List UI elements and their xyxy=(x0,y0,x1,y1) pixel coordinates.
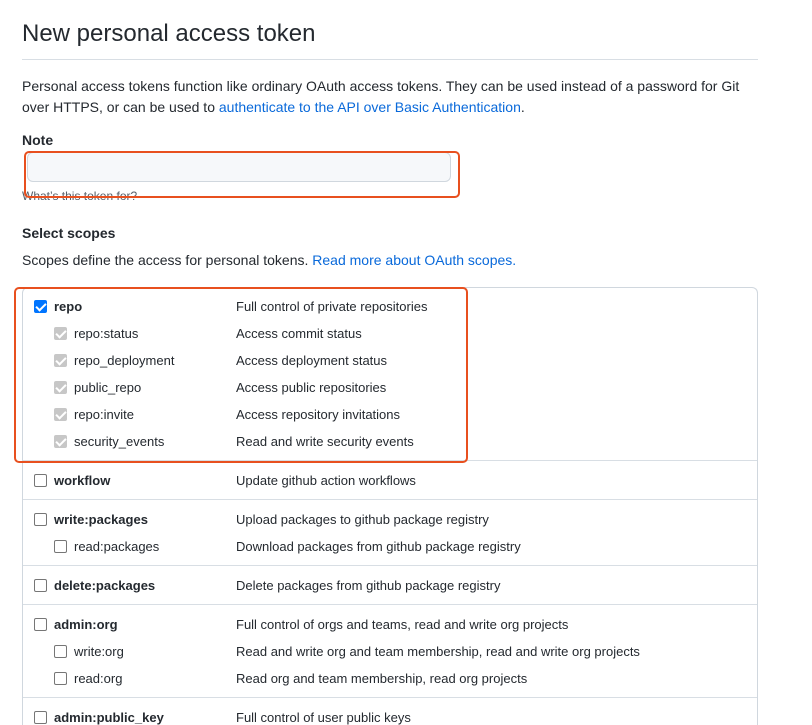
scope-row: admin:org Full control of orgs and teams,… xyxy=(23,611,757,638)
scope-row: delete:packages Delete packages from gith… xyxy=(23,572,757,599)
scope-checkbox xyxy=(54,327,67,340)
scope-description: Update github action workflows xyxy=(236,473,416,488)
scope-checkbox[interactable] xyxy=(34,513,47,526)
scope-group: write:packages Upload packages to github … xyxy=(23,499,757,565)
scope-group: admin:org Full control of orgs and teams,… xyxy=(23,604,757,697)
scope-name: repo xyxy=(54,299,83,314)
intro-paragraph: Personal access tokens function like ord… xyxy=(22,76,758,118)
scope-name: write:packages xyxy=(54,512,148,527)
scope-name: read:org xyxy=(74,671,123,686)
scope-description: Access commit status xyxy=(236,326,362,341)
scope-description: Access deployment status xyxy=(236,353,388,368)
scope-row: repo:invite Access repository invitations xyxy=(23,401,757,428)
scope-group: repo Full control of private repositories… xyxy=(23,288,757,460)
scope-checkbox[interactable] xyxy=(54,672,67,685)
scope-name: repo:invite xyxy=(74,407,134,422)
scope-name: repo:status xyxy=(74,326,139,341)
oauth-scopes-link[interactable]: Read more about OAuth scopes. xyxy=(312,252,516,268)
scope-description: Full control of orgs and teams, read and… xyxy=(236,617,569,632)
scope-name: security_events xyxy=(74,434,165,449)
scopes-description-text: Scopes define the access for personal to… xyxy=(22,252,313,268)
scope-description: Download packages from github package re… xyxy=(236,539,521,554)
scope-name: repo_deployment xyxy=(74,353,175,368)
scope-checkbox[interactable] xyxy=(34,579,47,592)
scope-description: Access repository invitations xyxy=(236,407,401,422)
scope-checkbox xyxy=(54,408,67,421)
scope-row: repo:status Access commit status xyxy=(23,320,757,347)
scope-row: workflow Update github action workflows xyxy=(23,467,757,494)
scope-description: Full control of private repositories xyxy=(236,299,428,314)
intro-end: . xyxy=(520,99,525,115)
scope-row: read:org Read org and team membership, re… xyxy=(23,665,757,692)
scope-row: repo Full control of private repositories xyxy=(23,293,757,320)
scope-row: read:packages Download packages from gith… xyxy=(23,533,757,560)
basic-auth-link[interactable]: authenticate to the API over Basic Authe… xyxy=(219,99,521,115)
scope-group: workflow Update github action workflows xyxy=(23,460,757,499)
scope-description: Delete packages from github package regi… xyxy=(236,578,501,593)
scope-name: admin:org xyxy=(54,617,118,632)
scope-description: Upload packages to github package regist… xyxy=(236,512,489,527)
scope-name: delete:packages xyxy=(54,578,156,593)
scope-name: write:org xyxy=(74,644,124,659)
scope-checkbox[interactable] xyxy=(34,711,47,724)
scope-checkbox[interactable] xyxy=(34,300,47,313)
scope-checkbox[interactable] xyxy=(34,474,47,487)
scope-row: public_repo Access public repositories xyxy=(23,374,757,401)
scope-row: security_events Read and write security e… xyxy=(23,428,757,455)
scope-checkbox xyxy=(54,354,67,367)
note-label: Note xyxy=(22,132,54,148)
scope-row: repo_deployment Access deployment status xyxy=(23,347,757,374)
scope-checkbox xyxy=(54,381,67,394)
scope-row: admin:public_key Full control of user pub… xyxy=(23,704,757,725)
scope-group: admin:public_key Full control of user pub… xyxy=(23,697,757,725)
page-title: New personal access token xyxy=(22,0,758,60)
scope-name: admin:public_key xyxy=(54,710,164,725)
token-form: New personal access token Personal acces… xyxy=(22,0,758,725)
scope-description: Read org and team membership, read org p… xyxy=(236,671,528,686)
scope-checkbox[interactable] xyxy=(34,618,47,631)
scope-name: read:packages xyxy=(74,539,160,554)
scope-description: Access public repositories xyxy=(236,380,387,395)
note-hint: What’s this token for? xyxy=(22,189,138,203)
scope-description: Full control of user public keys xyxy=(236,710,411,725)
scope-group: delete:packages Delete packages from gith… xyxy=(23,565,757,604)
scope-checkbox xyxy=(54,435,67,448)
scope-row: write:org Read and write org and team mem… xyxy=(23,638,757,665)
scope-row: write:packages Upload packages to github … xyxy=(23,506,757,533)
scope-name: public_repo xyxy=(74,380,142,395)
note-input[interactable] xyxy=(27,152,451,182)
scope-name: workflow xyxy=(54,473,111,488)
scope-checkbox[interactable] xyxy=(54,540,67,553)
scope-description: Read and write security events xyxy=(236,434,414,449)
select-scopes-title: Select scopes xyxy=(22,225,116,241)
scopes-list: repo Full control of private repositories… xyxy=(22,287,758,725)
scopes-description: Scopes define the access for personal to… xyxy=(22,251,758,269)
scope-description: Read and write org and team membership, … xyxy=(236,644,640,659)
scope-checkbox[interactable] xyxy=(54,645,67,658)
